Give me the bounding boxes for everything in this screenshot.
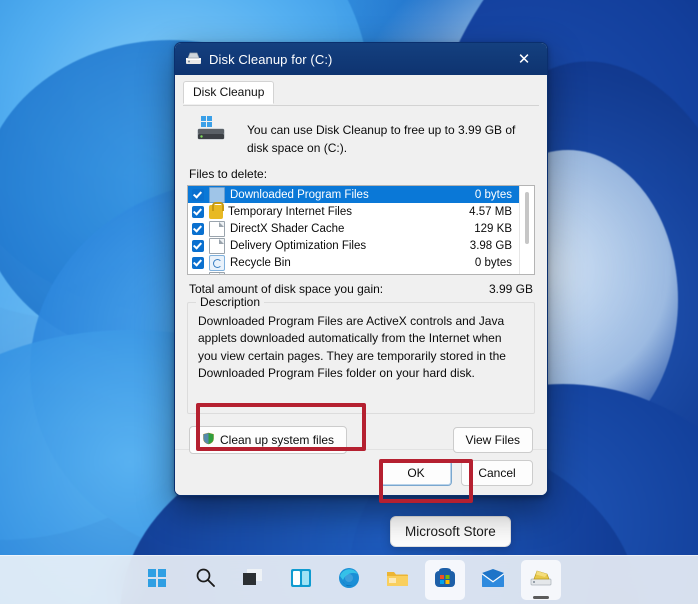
- taskbar-item-disk-cleanup[interactable]: [521, 560, 561, 600]
- files-list-inner: Downloaded Program Files 0 bytes Tempora…: [188, 186, 519, 274]
- list-item[interactable]: Temporary Internet Files 4.57 MB: [188, 201, 519, 220]
- info-text: You can use Disk Cleanup to free up to 3…: [247, 123, 516, 155]
- files-to-delete-list[interactable]: Downloaded Program Files 0 bytes Tempora…: [187, 185, 535, 275]
- mail-icon: [481, 568, 505, 593]
- desktop-screen: Microsoft Store Disk Cleanup for (C:) ✕ …: [0, 0, 698, 604]
- ok-button[interactable]: OK: [380, 459, 452, 486]
- clean-up-system-files-label: Clean up system files: [220, 433, 335, 447]
- total-space-value: 3.99 GB: [488, 282, 533, 296]
- dialog-titlebar: Disk Cleanup for (C:) ✕: [175, 43, 547, 75]
- disk-cleanup-dialog: Disk Cleanup for (C:) ✕ Disk Cleanup You…: [174, 42, 548, 496]
- file-category-name: DirectX Shader Cache: [230, 222, 345, 235]
- ok-label: OK: [407, 465, 425, 480]
- list-item[interactable]: Recycle Bin 0 bytes: [188, 254, 519, 271]
- description-text: Downloaded Program Files are ActiveX con…: [198, 314, 506, 381]
- microsoft-store-icon: [434, 567, 456, 594]
- page-icon: [209, 237, 225, 254]
- checkbox-checked-icon[interactable]: [192, 188, 204, 201]
- file-category-name: Temporary Internet Files: [228, 205, 352, 218]
- file-category-name: Recycle Bin: [230, 256, 291, 269]
- file-category-size: 0 bytes: [474, 256, 512, 269]
- list-item[interactable]: Delivery Optimization Files 3.98 GB: [188, 237, 519, 254]
- total-space-label: Total amount of disk space you gain:: [189, 282, 384, 296]
- checkbox-checked-icon[interactable]: [192, 239, 204, 252]
- total-space-row: Total amount of disk space you gain: 3.9…: [189, 282, 533, 296]
- checkbox-checked-icon[interactable]: [192, 273, 204, 274]
- file-category-name: Delivery Optimization Files: [230, 239, 367, 252]
- file-category-size: 129 KB: [474, 222, 512, 235]
- checkbox-checked-icon[interactable]: [192, 256, 204, 269]
- info-row: You can use Disk Cleanup to free up to 3…: [187, 105, 535, 161]
- file-explorer-icon: [386, 568, 409, 593]
- cancel-button[interactable]: Cancel: [461, 459, 533, 486]
- disk-cleanup-icon: [185, 51, 202, 67]
- view-files-button[interactable]: View Files: [452, 427, 533, 453]
- taskbar: [0, 555, 698, 604]
- page-icon: [209, 271, 225, 274]
- taskbar-item-mail[interactable]: [473, 560, 513, 600]
- clean-up-system-files-button[interactable]: Clean up system files: [189, 426, 348, 454]
- search-icon: [195, 567, 216, 593]
- cancel-label: Cancel: [478, 465, 516, 480]
- dialog-footer: OK Cancel: [175, 449, 547, 495]
- list-item-partial[interactable]: [188, 271, 519, 274]
- shield-icon: [202, 432, 215, 448]
- taskbar-tooltip: Microsoft Store: [390, 516, 511, 547]
- taskbar-item-start[interactable]: [137, 560, 177, 600]
- checkbox-checked-icon[interactable]: [192, 222, 204, 235]
- tab-disk-cleanup[interactable]: Disk Cleanup: [183, 81, 275, 104]
- close-icon[interactable]: ✕: [501, 43, 547, 75]
- dialog-tabpage: You can use Disk Cleanup to free up to 3…: [175, 105, 547, 454]
- page-icon: [209, 220, 225, 237]
- taskbar-item-microsoft-store[interactable]: [425, 560, 465, 600]
- taskbar-item-microsoft-edge[interactable]: [329, 560, 369, 600]
- taskbar-item-task-view[interactable]: [233, 560, 273, 600]
- dialog-tabstrip: Disk Cleanup: [175, 75, 547, 106]
- lock-icon: [209, 201, 224, 219]
- description-legend: Description: [196, 295, 265, 309]
- start-icon: [147, 568, 167, 593]
- files-to-delete-label: Files to delete:: [189, 167, 268, 181]
- checkbox-checked-icon[interactable]: [192, 205, 204, 218]
- file-category-size: 3.98 GB: [469, 239, 512, 252]
- disk-drive-icon: [197, 115, 235, 149]
- list-scrollbar[interactable]: [519, 186, 534, 274]
- file-category-name: Downloaded Program Files: [230, 188, 369, 201]
- recycle-bin-icon: [209, 254, 225, 271]
- list-item[interactable]: DirectX Shader Cache 129 KB: [188, 220, 519, 237]
- view-files-label: View Files: [465, 433, 520, 447]
- taskbar-item-widgets[interactable]: [281, 560, 321, 600]
- list-item[interactable]: Downloaded Program Files 0 bytes: [188, 186, 519, 203]
- tooltip-text: Microsoft Store: [405, 524, 496, 539]
- task-view-icon: [242, 568, 264, 593]
- description-group: Description Downloaded Program Files are…: [187, 295, 535, 414]
- widgets-icon: [290, 568, 312, 593]
- taskbar-item-file-explorer[interactable]: [377, 560, 417, 600]
- dialog-title: Disk Cleanup for (C:): [209, 51, 333, 67]
- folder-blue-icon: [209, 186, 225, 203]
- scrollbar-thumb[interactable]: [525, 192, 529, 244]
- microsoft-edge-icon: [338, 567, 360, 594]
- file-category-size: 0 bytes: [474, 188, 512, 201]
- disk-cleanup-icon: [529, 568, 553, 593]
- file-category-size: 4.57 MB: [469, 205, 512, 218]
- taskbar-item-search[interactable]: [185, 560, 225, 600]
